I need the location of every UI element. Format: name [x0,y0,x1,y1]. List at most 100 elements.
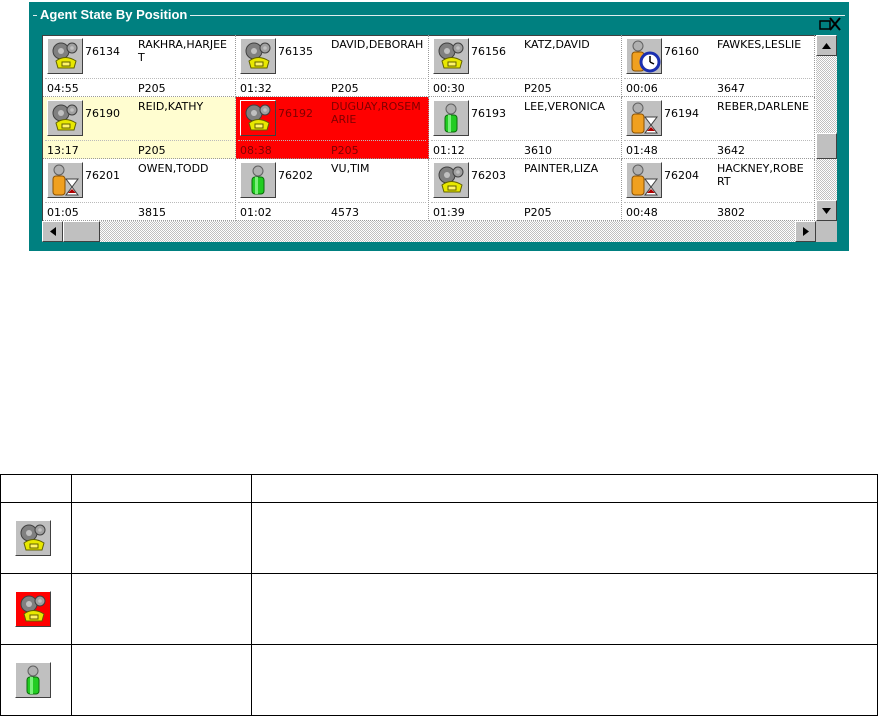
legend-header-description [251,474,878,503]
agent-cell[interactable]: 76194 REBER,DARLENE 01:48 3642 [622,97,815,159]
gear-phone-icon [15,520,51,556]
agent-state-time: 01:12 [433,144,465,157]
agent-state-time: 01:05 [47,206,79,219]
arrow-up-icon [822,42,831,49]
legend-icon-cell [0,573,72,645]
agent-extension: 3647 [717,82,745,95]
agent-name: REBER,DARLENE [717,100,809,113]
agent-cell[interactable]: 76190 REID,KATHY 13:17 P205 [43,97,236,159]
arrow-right-icon [802,227,809,236]
agent-extension: P205 [331,82,359,95]
arrow-down-icon [822,207,831,214]
legend-description [251,502,878,574]
agent-name: HACKNEY,ROBERT [717,162,804,188]
agent-cell[interactable]: 76156 KATZ,DAVID 00:30 P205 [429,35,622,97]
agent-state-time: 01:02 [240,206,272,219]
agent-position: 76160 [664,45,699,58]
cell-divider [238,202,426,203]
agent-cell[interactable]: 76202 VU,TIM 01:02 4573 [236,159,429,221]
agent-name: OWEN,TODD [138,162,209,175]
gear-phone-icon [47,38,83,74]
vertical-scroll-thumb[interactable] [816,133,837,159]
agent-name: VU,TIM [331,162,370,175]
agent-extension: P205 [524,206,552,219]
agent-state-time: 08:38 [240,144,272,157]
legend-state [71,644,252,716]
state-legend-table [0,474,878,716]
agent-name: DUGUAY,ROSEMARIE [331,100,421,126]
cell-divider [45,78,233,79]
agent-position: 76193 [471,107,506,120]
green-person-icon [433,100,469,136]
person-clock-icon [626,38,662,74]
scroll-right-button[interactable] [795,221,816,242]
legend-row [0,644,878,716]
agent-position: 76194 [664,107,699,120]
agent-extension: 4573 [331,206,359,219]
horizontal-scroll-thumb[interactable] [63,221,100,242]
agent-state-time: 13:17 [47,144,79,157]
legend-header-icon [0,474,72,503]
cell-divider [238,78,426,79]
agent-cell[interactable]: 76204 HACKNEY,ROBERT 00:48 3802 [622,159,815,221]
legend-icon-cell [0,644,72,716]
agent-cell[interactable]: 76160 FAWKES,LESLIE 00:06 3647 [622,35,815,97]
gear-phone-icon [47,100,83,136]
cell-divider [624,202,812,203]
agent-cell[interactable]: 76135 DAVID,DEBORAH 01:32 P205 [236,35,429,97]
agent-cell[interactable]: 76203 PAINTER,LIZA 01:39 P205 [429,159,622,221]
agent-position: 76204 [664,169,699,182]
agent-state-time: 01:48 [626,144,658,157]
agent-extension: 3802 [717,206,745,219]
agent-cell[interactable]: 76192 DUGUAY,ROSEMARIE 08:38 P205 [236,97,429,159]
legend-row [0,573,878,645]
agent-position: 76190 [85,107,120,120]
agent-grid: 76134 RAKHRA,HARJEET 04:55 P205 76135 DAVID,D… [43,35,815,221]
close-window-icon[interactable] [819,17,841,31]
vertical-scrollbar[interactable] [816,35,837,221]
horizontal-scrollbar[interactable] [42,221,816,242]
agent-extension: P205 [138,144,166,157]
agent-name: DAVID,DEBORAH [331,38,424,51]
agent-name: PAINTER,LIZA [524,162,599,175]
agent-position: 76203 [471,169,506,182]
scroll-up-button[interactable] [816,35,837,56]
person-hourglass-icon [47,162,83,198]
gear-phone-icon [433,162,469,198]
agent-cell[interactable]: 76201 OWEN,TODD 01:05 3815 [43,159,236,221]
scroll-left-button[interactable] [42,221,63,242]
agent-position: 76134 [85,45,120,58]
agent-position: 76192 [278,107,313,120]
agent-position: 76202 [278,169,313,182]
agent-name: REID,KATHY [138,100,204,113]
agent-name: KATZ,DAVID [524,38,590,51]
gear-phone-icon [240,100,276,136]
panel-title: Agent State By Position [37,7,191,22]
agent-extension: P205 [331,144,359,157]
cell-divider [624,78,812,79]
scroll-down-button[interactable] [816,200,837,221]
cell-divider [431,78,619,79]
agent-extension: P205 [524,82,552,95]
legend-row [0,502,878,574]
agent-position: 76156 [471,45,506,58]
legend-state [71,573,252,645]
cell-divider [431,140,619,141]
agent-extension: 3610 [524,144,552,157]
agent-extension: 3642 [717,144,745,157]
agent-state-time: 00:30 [433,82,465,95]
agent-state-time: 04:55 [47,82,79,95]
agent-state-time: 00:06 [626,82,658,95]
agent-cell[interactable]: 76193 LEE,VERONICA 01:12 3610 [429,97,622,159]
person-hourglass-icon [626,100,662,136]
agent-cell[interactable]: 76134 RAKHRA,HARJEET 04:55 P205 [43,35,236,97]
legend-description [251,573,878,645]
person-hourglass-icon [626,162,662,198]
legend-header-row [0,474,878,503]
agent-state-panel: Agent State By Position 76134 RAKHRA,HARJ… [29,2,849,251]
arrow-left-icon [49,227,56,236]
gear-phone-icon [240,38,276,74]
gear-phone-icon [15,591,51,627]
agent-position: 76201 [85,169,120,182]
agent-state-time: 01:39 [433,206,465,219]
